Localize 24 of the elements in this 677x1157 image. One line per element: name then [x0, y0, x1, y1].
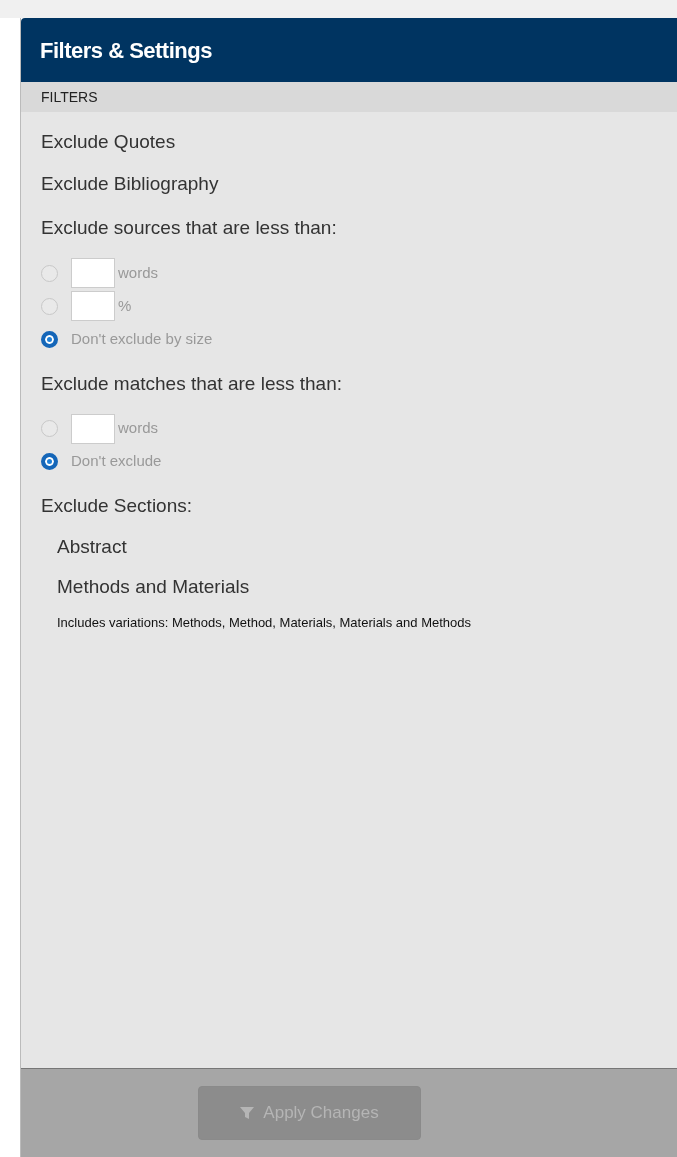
section-option[interactable]: Abstract — [57, 532, 127, 573]
unit-label: words — [118, 262, 158, 283]
panel-title: Filters & Settings — [40, 36, 212, 65]
filter-option[interactable]: Exclude Quotes — [41, 128, 176, 170]
group-title: Exclude Sections: — [41, 494, 194, 518]
group-title: Exclude matches that are less than: — [41, 371, 343, 396]
option-label: Don't exclude by size — [71, 328, 213, 349]
radio-button[interactable] — [41, 264, 58, 282]
radio-button[interactable] — [41, 420, 58, 437]
section-label: FILTERS — [41, 87, 98, 107]
option-label: Don't exclude — [71, 451, 162, 472]
number-field[interactable] — [71, 258, 115, 288]
radio-button[interactable] — [41, 453, 58, 470]
unit-label: words — [118, 418, 158, 439]
group-title: Exclude sources that are less than: — [41, 216, 338, 240]
filter-option[interactable]: Exclude Bibliography — [41, 170, 219, 212]
number-field[interactable] — [71, 413, 115, 444]
section-option[interactable]: Methods and Materials — [57, 572, 250, 613]
number-field[interactable] — [71, 291, 115, 321]
radio-button[interactable] — [41, 297, 58, 315]
section-note: Includes variations: Methods, Method, Materials, Materials and Methods — [57, 613, 473, 632]
unit-label: % — [118, 295, 132, 316]
filter-icon — [239, 1105, 256, 1121]
radio-button[interactable] — [41, 330, 58, 348]
